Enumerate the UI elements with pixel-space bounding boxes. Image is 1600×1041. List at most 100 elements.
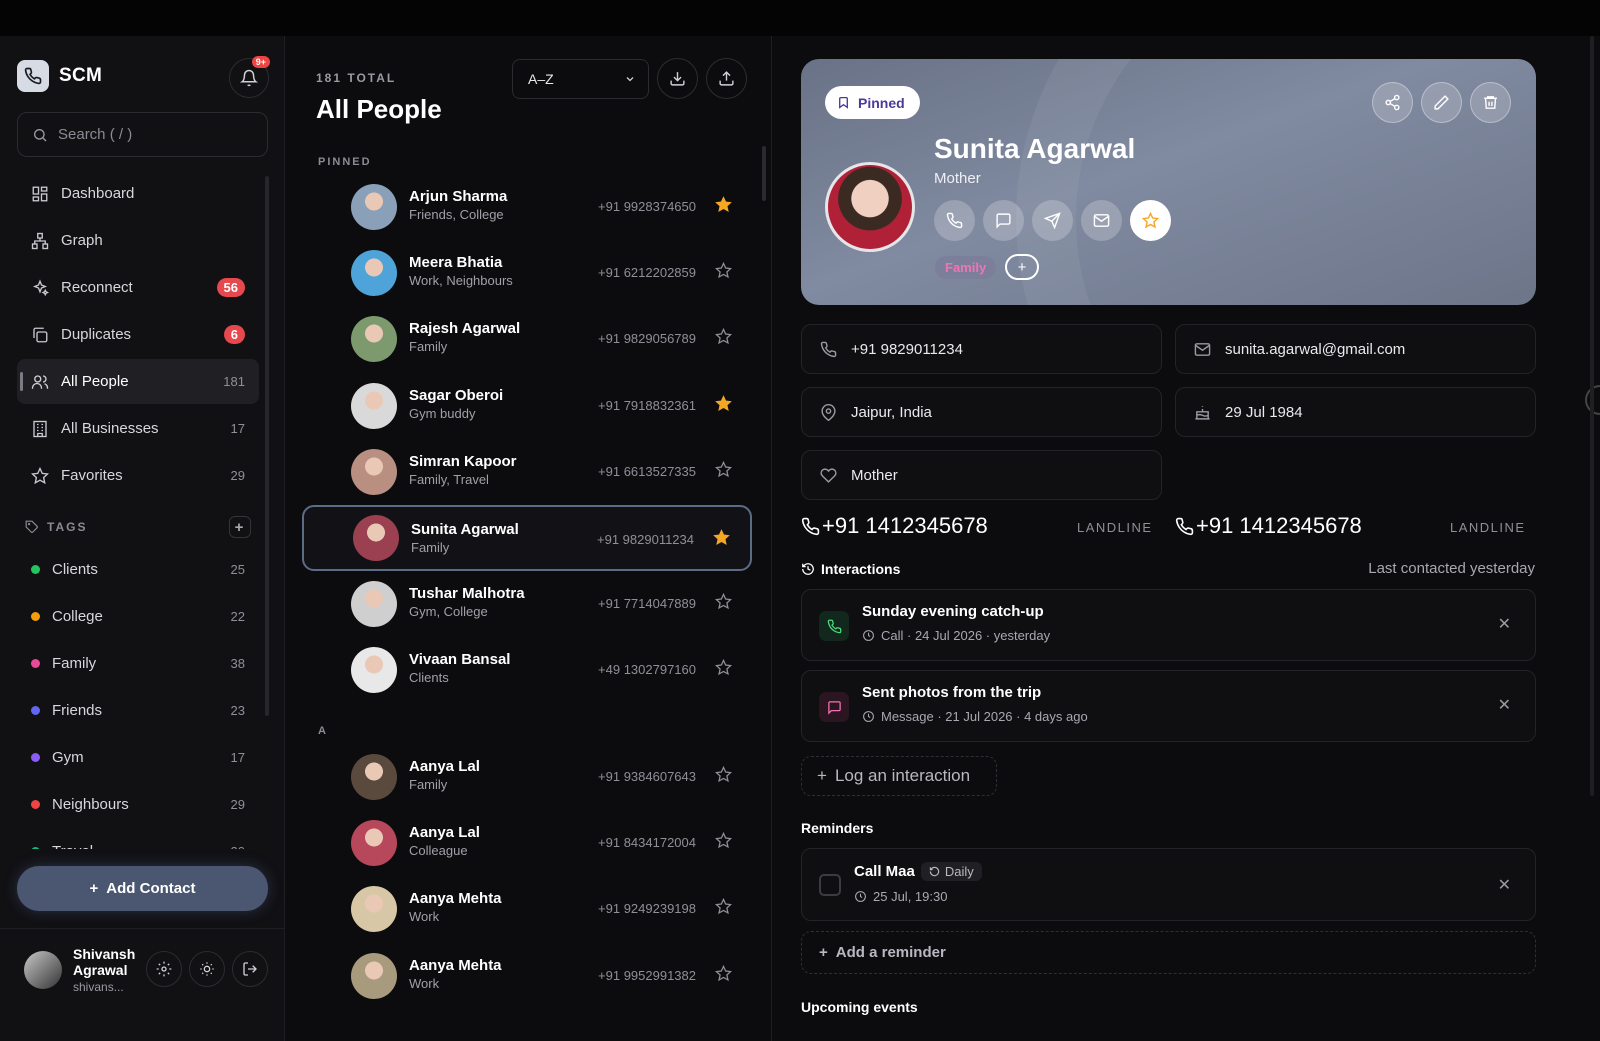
settings-button[interactable]: [146, 951, 182, 987]
star-filled-icon[interactable]: [713, 529, 730, 551]
phone-icon: [820, 341, 837, 357]
tag-color-dot: [31, 800, 40, 809]
interaction-item[interactable]: Sent photos from the trip Message · 21 J…: [801, 670, 1536, 742]
tag-label: Gym: [52, 749, 84, 766]
relationship-value: Mother: [851, 466, 898, 484]
contact-row[interactable]: Simran Kapoor Family, Travel +91 661352733…: [302, 439, 752, 505]
brand[interactable]: SCM: [17, 60, 102, 92]
contact-row[interactable]: Rajesh Agarwal Family +91 9829056789: [302, 306, 752, 372]
contact-row[interactable]: Aanya Lal Family +91 9384607643: [302, 744, 752, 810]
tag-color-dot: [31, 565, 40, 574]
reminder-item[interactable]: Call Maa Daily 25 Jul, 19:30 ✕: [801, 848, 1536, 921]
nav-duplicates[interactable]: Duplicates 6: [17, 312, 259, 357]
call-action-button[interactable]: [934, 200, 975, 241]
remove-reminder-button[interactable]: ✕: [1498, 875, 1511, 895]
contact-row[interactable]: Tushar Malhotra Gym, College +91 771404788…: [302, 571, 752, 637]
birthday-field[interactable]: 29 Jul 1984: [1175, 387, 1536, 437]
import-button[interactable]: [706, 58, 747, 99]
star-icon[interactable]: [714, 460, 733, 483]
nav-favorites[interactable]: Favorites 29: [17, 453, 259, 498]
add-contact-button[interactable]: + Add Contact: [17, 866, 268, 911]
star-icon[interactable]: [714, 593, 733, 615]
tag-item-college[interactable]: College 22: [17, 593, 259, 640]
location-field[interactable]: Jaipur, India: [801, 387, 1162, 437]
tag-item-gym[interactable]: Gym 17: [17, 734, 259, 781]
list-scrollbar[interactable]: [762, 146, 766, 201]
tag-chip-family[interactable]: Family: [935, 256, 997, 279]
star-filled-icon[interactable]: [715, 196, 732, 218]
star-icon[interactable]: [714, 659, 733, 681]
tag-list: Clients 25 College 22 Family 38 Friends 23 Gym 17…: [17, 546, 259, 849]
nav-dashboard[interactable]: Dashboard: [17, 171, 259, 216]
star-icon[interactable]: [714, 898, 733, 920]
contact-row[interactable]: Aanya Mehta Work +91 9952991382: [302, 943, 752, 1009]
search-input[interactable]: Search ( / ): [17, 112, 268, 157]
message-action-button[interactable]: [983, 200, 1024, 241]
email-field[interactable]: sunita.agarwal@gmail.com: [1175, 324, 1536, 374]
star-icon[interactable]: [714, 328, 733, 350]
theme-toggle-button[interactable]: [189, 951, 225, 987]
phone-field[interactable]: +91 9829011234: [801, 324, 1162, 374]
star-icon[interactable]: [714, 964, 733, 987]
relationship-field[interactable]: Mother: [801, 450, 1162, 500]
share-button[interactable]: [1372, 82, 1413, 123]
tag-item-neighbours[interactable]: Neighbours 29: [17, 781, 259, 828]
export-button[interactable]: [657, 58, 698, 99]
tag-count: 25: [230, 562, 245, 577]
contact-row[interactable]: Sagar Oberoi Gym buddy +91 7918832361: [302, 373, 752, 439]
contact-phone: +91 9928374650: [598, 199, 696, 214]
nav-all-people[interactable]: All People 181: [17, 359, 259, 404]
contact-relation: Mother: [934, 170, 981, 187]
email-action-button[interactable]: [1081, 200, 1122, 241]
remove-interaction-button[interactable]: ✕: [1498, 695, 1511, 715]
remove-interaction-button[interactable]: ✕: [1498, 614, 1511, 634]
tag-label: Neighbours: [52, 796, 129, 813]
tag-item-travel[interactable]: Travel 20: [17, 828, 259, 849]
reconnect-badge: 56: [216, 278, 245, 297]
edit-button[interactable]: [1421, 82, 1462, 123]
reminders-heading: Reminders: [801, 820, 874, 836]
contact-row[interactable]: Vivaan Bansal Clients +49 1302797160: [302, 637, 752, 703]
star-icon[interactable]: [714, 765, 733, 788]
reminder-checkbox[interactable]: [819, 874, 841, 896]
star-filled-icon[interactable]: [715, 394, 732, 417]
favorite-toggle-button[interactable]: [1130, 200, 1171, 241]
contact-row[interactable]: Meera Bhatia Work, Neighbours +91 62122028…: [302, 240, 752, 306]
contact-name: Sagar Oberoi: [409, 386, 504, 404]
delete-button[interactable]: [1470, 82, 1511, 123]
tag-item-family[interactable]: Family 38: [17, 640, 259, 687]
tag-item-friends[interactable]: Friends 23: [17, 687, 259, 734]
notifications-button[interactable]: 9+: [229, 56, 270, 98]
logout-button[interactable]: [232, 951, 268, 987]
window-top-bar: [0, 0, 1600, 36]
add-tag-button[interactable]: +: [229, 516, 251, 538]
pinned-button[interactable]: Pinned: [825, 86, 920, 119]
nav-reconnect[interactable]: Reconnect 56: [17, 265, 259, 310]
mail-icon: [1093, 214, 1110, 227]
avatar[interactable]: [24, 951, 62, 989]
nav-all-businesses[interactable]: All Businesses 17: [17, 406, 259, 451]
sort-select[interactable]: A–Z: [512, 59, 649, 99]
contact-row[interactable]: Aanya Lal Colleague +91 8434172004: [302, 810, 752, 876]
contact-tags: Colleague: [409, 843, 468, 859]
star-icon[interactable]: [714, 262, 733, 284]
landline-number-1[interactable]: +91 1412345678: [801, 513, 988, 539]
people-list-panel: 181 TOTAL All People A–Z PINNED A Arjun …: [286, 36, 772, 1041]
detail-scrollbar[interactable]: [1590, 36, 1594, 796]
interactions-heading: Interactions: [801, 561, 900, 577]
landline-number-2[interactable]: +91 1412345678: [1175, 513, 1362, 539]
sidebar-scrollbar[interactable]: [265, 176, 269, 716]
add-tag-chip-button[interactable]: +: [1005, 254, 1039, 280]
contact-tags: Work: [409, 909, 440, 925]
contact-row[interactable]: Sunita Agarwal Family +91 9829011234: [302, 505, 752, 571]
tag-item-clients[interactable]: Clients 25: [17, 546, 259, 593]
send-action-button[interactable]: [1032, 200, 1073, 241]
interaction-item[interactable]: Sunday evening catch-up Call · 24 Jul 20…: [801, 589, 1536, 661]
nav-graph[interactable]: Graph: [17, 218, 259, 263]
contact-row[interactable]: Arjun Sharma Friends, College +91 99283746…: [302, 174, 752, 240]
log-interaction-button[interactable]: + Log an interaction: [801, 756, 997, 796]
star-icon[interactable]: [714, 832, 733, 854]
people-icon: [31, 374, 49, 389]
contact-row[interactable]: Aanya Mehta Work +91 9249239198: [302, 876, 752, 942]
add-reminder-button[interactable]: + Add a reminder: [801, 931, 1536, 974]
